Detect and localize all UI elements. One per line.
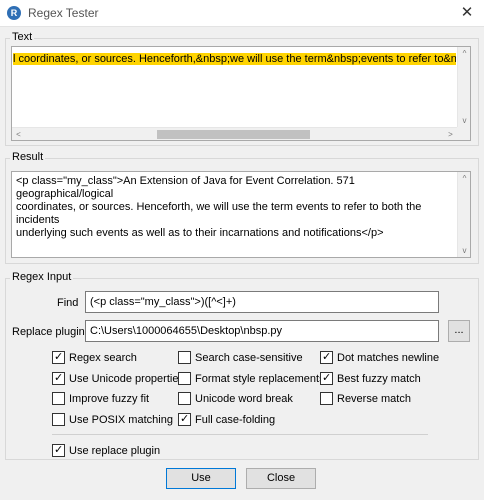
find-label: Find	[57, 297, 79, 309]
checkmark-icon: ✓	[54, 372, 64, 384]
regex-input-group-label: Regex Input	[10, 271, 74, 283]
options-divider	[52, 434, 428, 435]
scroll-down-icon[interactable]: v	[458, 244, 471, 257]
result-group-label: Result	[10, 151, 46, 163]
browse-button[interactable]: ...	[448, 320, 470, 342]
text-group-label: Text	[10, 31, 35, 43]
scroll-right-icon[interactable]: >	[444, 128, 457, 141]
checkmark-icon: ✓	[322, 372, 332, 384]
replace-plugin-input[interactable]: C:\Users\1000064655\Desktop\nbsp.py	[85, 320, 439, 342]
scroll-left-icon[interactable]: <	[12, 128, 25, 141]
checkmark-icon: ✓	[322, 351, 332, 363]
result-vertical-scrollbar[interactable]: ^ v	[457, 172, 470, 257]
text-horizontal-scrollbar[interactable]: < >	[12, 127, 457, 140]
text-content: l coordinates, or sources. Henceforth,&n…	[13, 53, 456, 65]
close-window-icon[interactable]: ✕	[450, 0, 484, 26]
checkmark-icon: ✓	[180, 413, 190, 425]
result-area[interactable]: <p class="my_class">An Extension of Java…	[11, 171, 471, 258]
checkmark-icon: ✓	[54, 444, 64, 456]
horizontal-scroll-thumb[interactable]	[157, 130, 310, 139]
title-bar: R Regex Tester ✕	[0, 0, 484, 27]
replace-plugin-label: Replace plugin	[12, 326, 85, 338]
close-button[interactable]: Close	[246, 468, 316, 489]
scroll-up-icon[interactable]: ^	[458, 172, 471, 185]
find-input[interactable]: (<p class="my_class">)([^<]+)	[85, 291, 439, 313]
checkmark-icon: ✓	[54, 351, 64, 363]
scroll-down-icon[interactable]: v	[458, 114, 471, 127]
use-button[interactable]: Use	[166, 468, 236, 489]
scroll-up-icon[interactable]: ^	[458, 47, 471, 60]
app-icon: R	[7, 6, 21, 20]
text-vertical-scrollbar[interactable]: ^ v	[457, 47, 470, 127]
result-line: underlying such events as well as to the…	[16, 227, 384, 239]
result-line: coordinates, or sources. Henceforth, we …	[16, 201, 422, 226]
result-line: <p class="my_class">An Extension of Java…	[16, 175, 355, 200]
text-area[interactable]: l coordinates, or sources. Henceforth,&n…	[11, 46, 471, 141]
window-title: Regex Tester	[28, 6, 99, 20]
